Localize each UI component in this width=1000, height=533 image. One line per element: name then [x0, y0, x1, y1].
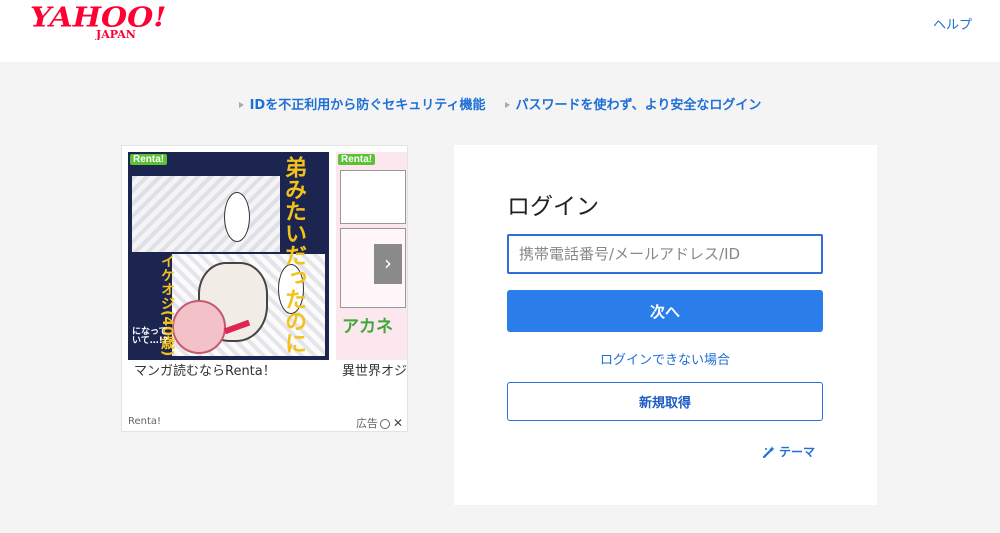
- login-title: ログイン: [507, 194, 599, 220]
- signup-button[interactable]: 新規取得: [507, 382, 823, 421]
- logo-japan-text: JAPAN: [95, 28, 136, 40]
- ad-carousel: 弟みたいだったのに イケオジ(40歳) になっていて…!? Renta! アカネ…: [121, 145, 408, 432]
- theme-link-label: テーマ: [778, 445, 815, 459]
- help-link[interactable]: ヘルプ: [933, 14, 972, 33]
- magic-wand-icon: [762, 445, 775, 458]
- passwordless-login-link-label: パスワードを使わず、より安全なログイン: [515, 98, 762, 113]
- ad-manga-image: 弟みたいだったのに イケオジ(40歳) になっていて…!? Renta!: [128, 152, 329, 360]
- ad-sponsor: Renta!: [128, 416, 162, 427]
- ad-badge: Renta!: [130, 154, 168, 165]
- ad-card[interactable]: 弟みたいだったのに イケオジ(40歳) になっていて…!? Renta!: [128, 152, 329, 360]
- ad-card-title[interactable]: 異世界オジ: [342, 360, 407, 379]
- carousel-next-button[interactable]: ›: [374, 244, 402, 284]
- login-trouble-link[interactable]: ログインできない場合: [507, 349, 823, 368]
- ad-choices[interactable]: 広告 ✕: [356, 415, 403, 431]
- theme-link[interactable]: テーマ: [762, 443, 815, 460]
- passwordless-login-link[interactable]: パスワードを使わず、より安全なログイン: [504, 94, 762, 113]
- ad-label: 広告: [355, 417, 378, 430]
- info-links: IDを不正利用から防ぐセキュリティ機能 パスワードを使わず、より安全なログイン: [0, 94, 1000, 116]
- security-feature-link[interactable]: IDを不正利用から防ぐセキュリティ機能: [238, 94, 486, 113]
- chevron-right-icon: ›: [384, 251, 392, 275]
- ad-card-title[interactable]: マンガ読むならRenta！: [134, 360, 276, 379]
- ad-choices-icon[interactable]: [379, 419, 390, 429]
- triangle-right-icon: [238, 101, 244, 108]
- ad-art-text-bottom: になっていて…!?: [132, 327, 169, 347]
- ad-badge: Renta!: [338, 154, 376, 165]
- ad-art-text-green: アカネ: [342, 317, 393, 337]
- login-card: ログイン 次へ ログインできない場合 新規取得 テーマ: [454, 145, 877, 505]
- close-icon[interactable]: ✕: [393, 416, 403, 430]
- security-feature-link-label: IDを不正利用から防ぐセキュリティ機能: [249, 98, 486, 113]
- header: YAHOO! JAPAN ヘルプ: [0, 0, 1000, 62]
- id-input[interactable]: [507, 234, 823, 274]
- triangle-right-icon: [504, 101, 510, 108]
- yahoo-japan-logo[interactable]: YAHOO! JAPAN: [30, 2, 165, 40]
- ad-art-text-top: 弟みたいだったのに: [281, 156, 306, 354]
- next-button[interactable]: 次へ: [507, 290, 823, 332]
